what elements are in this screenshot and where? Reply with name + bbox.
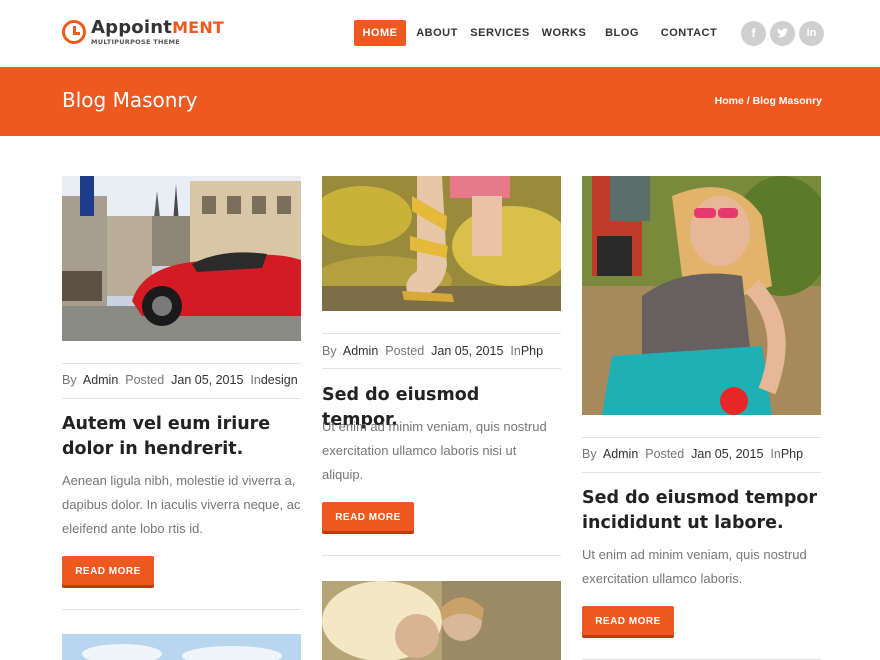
post-meta: By Admin Posted Jan 05, 2015 InPhp — [322, 344, 544, 358]
post-date: Jan 05, 2015 — [431, 344, 504, 358]
divider — [322, 555, 561, 556]
post-date: Jan 05, 2015 — [171, 373, 244, 387]
read-more-button[interactable]: READ MORE — [582, 606, 674, 638]
divider — [582, 437, 821, 438]
post-author[interactable]: Admin — [83, 373, 118, 387]
divider — [62, 398, 301, 399]
post-image-red-sports-car[interactable] — [62, 176, 301, 341]
post-excerpt: Aenean ligula nibh, molestie id viverra … — [62, 473, 301, 536]
divider — [62, 363, 301, 364]
site-header: Appointment MULTIPURPOSE THEME HOME ABOU… — [0, 0, 880, 66]
nav-contact[interactable]: CONTACT — [658, 20, 720, 46]
clock-icon — [62, 20, 86, 44]
post-image-friends[interactable] — [322, 581, 561, 660]
divider — [322, 333, 561, 334]
post-excerpt: Ut enim ad minim veniam, quis nostrud ex… — [322, 419, 547, 482]
divider — [582, 472, 821, 473]
post-date: Jan 05, 2015 — [691, 447, 764, 461]
post-card: By Admin Posted Jan 05, 2015 Indesign Au… — [62, 176, 301, 660]
post-card: By Admin Posted Jan 05, 2015 InPhp Sed d… — [322, 176, 561, 660]
post-title[interactable]: Sed do eiusmod tempor incididunt ut labo… — [582, 486, 821, 536]
post-title[interactable]: Autem vel eum iriure dolor in hendrerit. — [62, 412, 301, 462]
logo-tagline: MULTIPURPOSE THEME — [91, 38, 181, 46]
nav-blog[interactable]: BLOG — [600, 20, 644, 46]
linkedin-icon[interactable]: in — [799, 21, 824, 46]
nav-home[interactable]: HOME — [354, 20, 406, 46]
page-title-bar: Blog Masonry Home / Blog Masonry — [0, 67, 880, 136]
divider — [62, 609, 301, 610]
post-image-girl-sunglasses-playground[interactable] — [582, 176, 821, 415]
post-card: By Admin Posted Jan 05, 2015 InPhp Sed d… — [582, 176, 821, 660]
post-image-next[interactable] — [62, 634, 301, 660]
breadcrumb[interactable]: Home / Blog Masonry — [715, 95, 822, 107]
post-excerpt: Ut enim ad minim veniam, quis nostrud ex… — [582, 547, 807, 586]
post-image-sandals-yellow-flowers[interactable] — [322, 176, 561, 311]
post-author[interactable]: Admin — [343, 344, 378, 358]
facebook-icon[interactable]: f — [741, 21, 766, 46]
read-more-button[interactable]: READ MORE — [322, 502, 414, 534]
post-category[interactable]: Php — [781, 447, 803, 461]
post-author[interactable]: Admin — [603, 447, 638, 461]
post-meta: By Admin Posted Jan 05, 2015 Indesign — [62, 373, 298, 387]
logo-wordmark: Appointment — [91, 17, 225, 38]
post-category[interactable]: design — [261, 373, 298, 387]
post-meta: By Admin Posted Jan 05, 2015 InPhp — [582, 447, 804, 461]
twitter-icon[interactable] — [770, 21, 795, 46]
nav-about[interactable]: ABOUT — [412, 20, 462, 46]
post-category[interactable]: Php — [521, 344, 543, 358]
nav-services[interactable]: SERVICES — [470, 20, 530, 46]
nav-works[interactable]: WORKS — [538, 20, 590, 46]
logo-wordmark-accent: ment — [172, 18, 225, 37]
page-title: Blog Masonry — [62, 88, 198, 112]
divider — [322, 368, 561, 369]
read-more-button[interactable]: READ MORE — [62, 556, 154, 588]
